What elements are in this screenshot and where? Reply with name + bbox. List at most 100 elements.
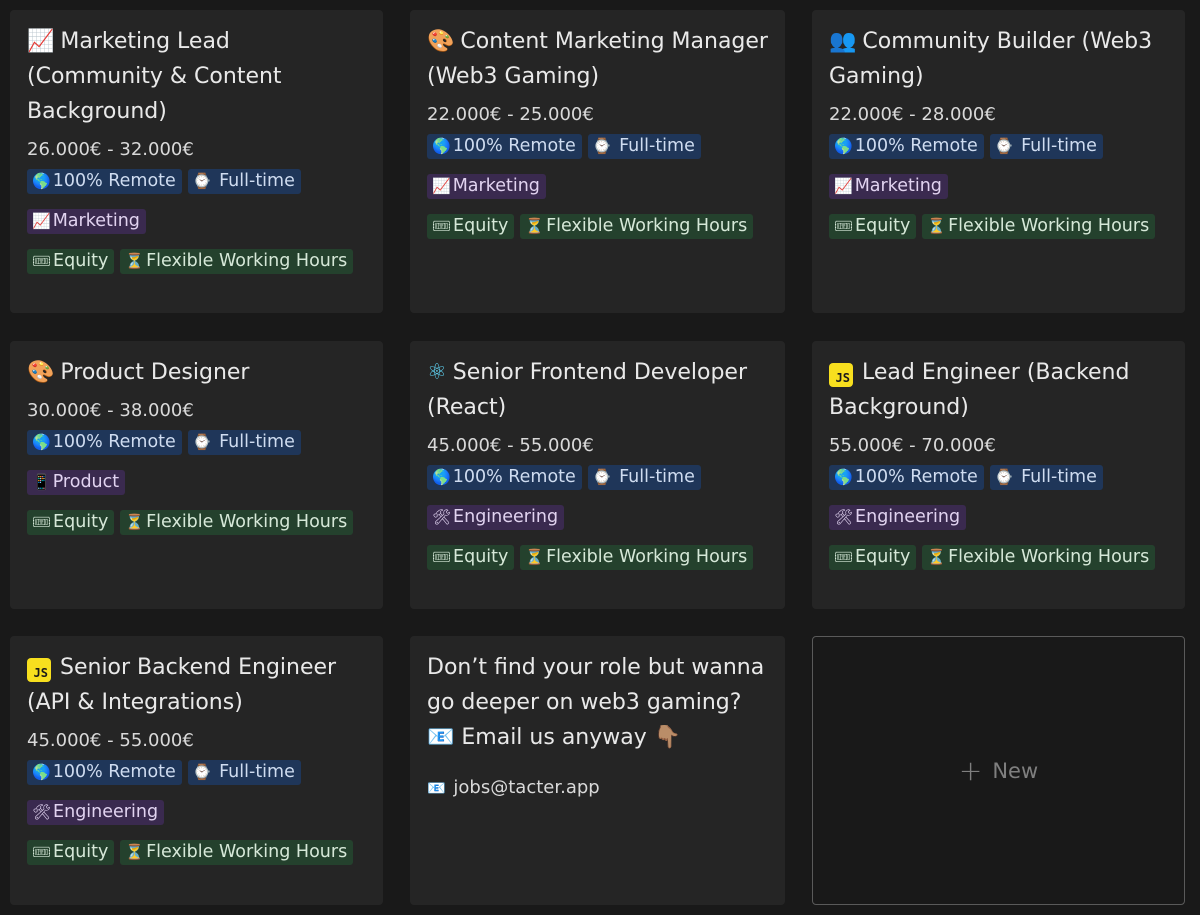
tag-row-work: 🌎 100% Remote ⌚ Full-time	[427, 134, 785, 159]
ticket-icon: 🎟	[32, 843, 52, 861]
tag-label: Full-time	[619, 467, 695, 487]
tag-label: Marketing	[452, 176, 540, 196]
ticket-icon: 🎟	[432, 548, 452, 566]
job-card[interactable]: 🎨 Product Designer 30.000€ - 38.000€ 🌎 100…	[10, 341, 383, 609]
tag-label: Equity	[453, 216, 509, 236]
tag-full-time: ⌚ Full-time	[187, 430, 301, 455]
email-address[interactable]: jobs@tacter.app	[453, 777, 599, 798]
tag-label: Engineering	[453, 507, 559, 527]
globe-icon: 🌎	[32, 433, 51, 451]
tag-equity: 🎟 Equity	[27, 249, 115, 274]
tag-row-benefits: 🎟 Equity ⏳ Flexible Working Hours	[27, 249, 383, 274]
email-line: 📧 jobs@tacter.app	[427, 776, 785, 800]
globe-icon: 🌎	[834, 468, 853, 486]
tools-icon: 🛠	[834, 508, 854, 526]
hourglass-icon: ⏳	[125, 843, 145, 861]
globe-icon: 🌎	[432, 468, 451, 486]
tag-full-time: ⌚ Full-time	[989, 465, 1103, 490]
tag-full-time: ⌚ Full-time	[187, 760, 301, 785]
tag-label: Marketing	[52, 211, 140, 231]
job-card[interactable]: 🎨 Content Marketing Manager (Web3 Gaming)…	[410, 10, 785, 313]
javascript-icon: JS	[27, 658, 51, 682]
tag-label: Flexible Working Hours	[146, 842, 348, 862]
tag-equity: 🎟 Equity	[27, 840, 115, 865]
palette-icon: 🎨	[427, 29, 455, 54]
job-card[interactable]: ⚛ Senior Frontend Developer (React) 45.00…	[410, 341, 785, 609]
tag-label: Engineering	[53, 802, 159, 822]
tag-label: Equity	[53, 842, 109, 862]
salary-range: 30.000€ - 38.000€	[27, 400, 194, 421]
tag-label: Equity	[855, 216, 911, 236]
new-card-button[interactable]: + New	[812, 636, 1185, 905]
tag-remote: 🌎 100% Remote	[27, 430, 182, 455]
tag-flexible-hours: ⏳ Flexible Working Hours	[520, 214, 754, 239]
tag-remote: 🌎 100% Remote	[427, 134, 582, 159]
tag-category: 🛠 Engineering	[427, 505, 565, 530]
watch-icon: ⌚	[592, 468, 612, 486]
tag-row-category: 📱 Product	[27, 470, 383, 495]
tag-label: 100% Remote	[52, 171, 176, 191]
tag-flexible-hours: ⏳ Flexible Working Hours	[922, 214, 1156, 239]
tag-label: Engineering	[855, 507, 961, 527]
react-atom-icon: ⚛	[427, 360, 447, 385]
tag-category: 🛠 Engineering	[27, 800, 165, 825]
tag-label: Product	[52, 472, 120, 492]
tag-row-benefits: 🎟 Equity ⏳ Flexible Working Hours	[829, 545, 1185, 570]
tag-label: Flexible Working Hours	[546, 547, 748, 567]
javascript-icon: JS	[829, 363, 853, 387]
tag-category: 📈 Marketing	[27, 209, 146, 234]
note-text: Don’t find your role but wanna go deeper…	[427, 655, 765, 750]
card-title: ⚛ Senior Frontend Developer (React)	[427, 355, 771, 425]
tag-row-work: 🌎 100% Remote ⌚ Full-time	[27, 169, 383, 194]
job-card[interactable]: 📈 Marketing Lead (Community & Content Bac…	[10, 10, 383, 313]
tag-label: Full-time	[219, 432, 295, 452]
job-card[interactable]: 👥 Community Builder (Web3 Gaming) 22.000€…	[812, 10, 1185, 313]
plus-icon: +	[958, 753, 983, 787]
tag-label: Full-time	[219, 762, 295, 782]
card-title: JS Senior Backend Engineer (API & Integra…	[27, 650, 369, 720]
tag-label: Full-time	[619, 136, 695, 156]
tag-category: 📈 Marketing	[829, 174, 948, 199]
tag-label: Full-time	[1021, 136, 1097, 156]
chart-icon: 📈	[432, 177, 451, 195]
card-title-text: Senior Backend Engineer (API & Integrati…	[27, 655, 337, 715]
watch-icon: ⌚	[994, 468, 1014, 486]
job-card[interactable]: JS Senior Backend Engineer (API & Integra…	[10, 636, 383, 905]
card-title-text: Lead Engineer (Backend Background)	[829, 360, 1130, 420]
palette-icon: 🎨	[27, 360, 55, 385]
tag-remote: 🌎 100% Remote	[427, 465, 582, 490]
tag-flexible-hours: ⏳ Flexible Working Hours	[120, 840, 354, 865]
card-title-text: Marketing Lead (Community & Content Back…	[27, 29, 282, 124]
hourglass-icon: ⏳	[525, 548, 545, 566]
salary-range: 22.000€ - 28.000€	[829, 104, 996, 125]
hourglass-icon: ⏳	[125, 513, 145, 531]
tag-flexible-hours: ⏳ Flexible Working Hours	[120, 510, 354, 535]
hourglass-icon: ⏳	[525, 217, 545, 235]
tag-row-category: 📈 Marketing	[829, 174, 1185, 199]
globe-icon: 🌎	[32, 763, 51, 781]
note-card[interactable]: Don’t find your role but wanna go deeper…	[410, 636, 785, 905]
ticket-icon: 🎟	[834, 548, 854, 566]
chart-icon: 📈	[27, 29, 55, 54]
tag-label: Equity	[453, 547, 509, 567]
hourglass-icon: ⏳	[927, 217, 947, 235]
globe-icon: 🌎	[432, 137, 451, 155]
tag-label: Flexible Working Hours	[948, 216, 1150, 236]
tag-equity: 🎟 Equity	[427, 214, 515, 239]
tag-label: Flexible Working Hours	[146, 251, 348, 271]
card-title: 🎨 Content Marketing Manager (Web3 Gaming)	[427, 24, 771, 94]
tag-label: Flexible Working Hours	[948, 547, 1150, 567]
ticket-icon: 🎟	[32, 513, 52, 531]
people-icon: 👥	[829, 29, 857, 54]
tag-row-work: 🌎 100% Remote ⌚ Full-time	[829, 465, 1185, 490]
tag-row-category: 🛠 Engineering	[427, 505, 785, 530]
tag-remote: 🌎 100% Remote	[27, 760, 182, 785]
watch-icon: ⌚	[592, 137, 612, 155]
salary-range: 26.000€ - 32.000€	[27, 139, 194, 160]
tag-label: Equity	[53, 251, 109, 271]
tag-remote: 🌎 100% Remote	[27, 169, 182, 194]
tag-label: 100% Remote	[452, 136, 576, 156]
card-title: JS Lead Engineer (Backend Background)	[829, 355, 1171, 425]
job-card[interactable]: JS Lead Engineer (Backend Background) 55.…	[812, 341, 1185, 609]
ticket-icon: 🎟	[834, 217, 854, 235]
